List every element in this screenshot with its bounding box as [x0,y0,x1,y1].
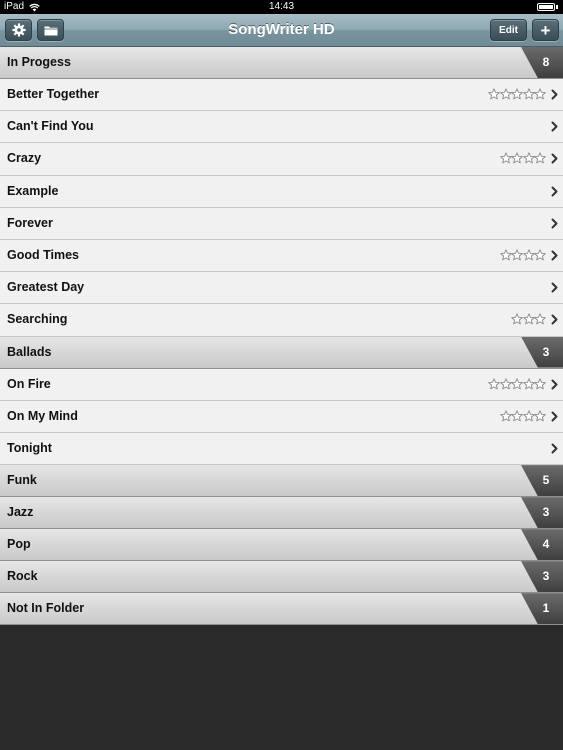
star-icon [499,152,512,164]
star-icon [511,152,523,164]
folder-header-row[interactable]: Pop 4 [0,529,563,562]
chevron-right-icon [551,411,558,422]
chevron-right-icon [551,314,558,325]
star-icon [522,88,535,100]
folder-name: In Progess [7,55,71,69]
plus-icon: + [540,20,551,40]
star-icon [488,377,500,389]
folders-button[interactable] [37,19,64,41]
folder-song-count: 3 [542,344,550,359]
song-title: On Fire [7,376,51,391]
folder-name: Pop [7,537,31,552]
folder-header-row[interactable]: Rock 3 [0,561,563,594]
folder-song-count: 4 [542,537,550,552]
page-title: SongWriter HD [228,21,335,38]
chevron-right-icon [551,89,558,100]
folder-header-row[interactable]: Funk 5 [0,465,563,498]
star-icon [499,88,512,100]
folder-name: Funk [7,473,37,488]
star-rating [499,152,546,164]
star-icon [522,313,535,325]
folder-name: Not In Folder [7,601,85,616]
star-icon [534,377,546,389]
folder-header-row[interactable]: Not In Folder 1 [0,593,563,626]
folder-header-row[interactable]: Jazz 3 [0,497,563,530]
settings-button[interactable] [5,19,32,41]
song-row[interactable]: Searching [0,304,563,337]
chevron-right-icon [551,186,558,197]
status-time: 14:43 [268,1,295,12]
star-icon [534,152,546,164]
folder-header-row[interactable]: In Progess 8 [0,47,563,79]
song-list: In Progess 8 Better Together Can't Find You… [0,47,563,626]
song-title: Crazy [7,151,42,166]
folder-song-count: 1 [542,601,550,616]
star-icon [534,249,546,261]
chevron-right-icon [551,250,558,261]
star-icon [511,249,523,261]
song-row[interactable]: Can't Find You [0,111,563,144]
star-rating [511,313,547,325]
song-title: On My Mind [7,408,78,423]
gear-icon [11,23,26,37]
battery-icon [537,3,559,11]
song-row[interactable]: Better Together [0,79,563,112]
song-row[interactable]: Crazy [0,143,563,176]
folder-icon [44,26,57,35]
song-row[interactable]: Good Times [0,239,563,273]
battery-fill [539,5,553,9]
chevron-right-icon [551,121,558,132]
song-row[interactable]: On My Mind [0,400,563,433]
song-title: Searching [7,312,68,327]
status-bar: iPad 14:43 [0,0,563,14]
song-row[interactable]: Greatest Day [0,272,563,305]
star-icon [511,377,523,389]
folder-song-count: 3 [542,569,550,584]
song-row[interactable]: Forever [0,207,563,240]
folder-header-row[interactable]: Ballads 3 [0,336,563,369]
song-row[interactable]: Tonight [0,432,563,466]
star-rating [488,88,547,100]
star-rating [488,377,547,390]
folder-name: Rock [7,569,38,584]
star-icon [534,410,546,422]
edit-button[interactable]: Edit [490,19,527,41]
star-icon [534,313,546,325]
star-icon [511,313,523,325]
chevron-right-icon [551,218,558,229]
add-song-button[interactable]: + [532,19,559,41]
star-icon [522,249,535,261]
song-title: Can't Find You [7,119,94,134]
song-title: Greatest Day [7,280,85,295]
chevron-right-icon [551,282,558,293]
star-rating [499,249,546,261]
folder-name: Jazz [7,505,34,520]
star-icon [499,249,512,261]
star-icon [488,88,500,100]
folder-name: Ballads [7,344,52,359]
folder-song-count: 5 [542,473,550,488]
star-icon [499,377,512,389]
star-icon [522,377,535,389]
toolbar: SongWriter HD Edit + [0,14,563,47]
star-rating [499,410,546,422]
star-icon [534,88,546,100]
song-title: Tonight [7,440,52,455]
star-icon [522,152,535,164]
star-icon [522,410,535,422]
song-title: Better Together [7,87,100,101]
song-row[interactable]: On Fire [0,368,563,401]
chevron-right-icon [551,153,558,164]
song-title: Forever [7,215,53,230]
star-icon [511,88,523,100]
song-row[interactable]: Example [0,175,563,208]
song-title: Example [7,183,59,198]
chevron-right-icon [551,379,558,389]
folder-song-count: 8 [542,55,550,69]
star-icon [511,410,523,422]
folder-song-count: 3 [542,505,550,520]
star-icon [499,410,512,422]
song-title: Good Times [7,247,80,262]
chevron-right-icon [551,443,558,454]
